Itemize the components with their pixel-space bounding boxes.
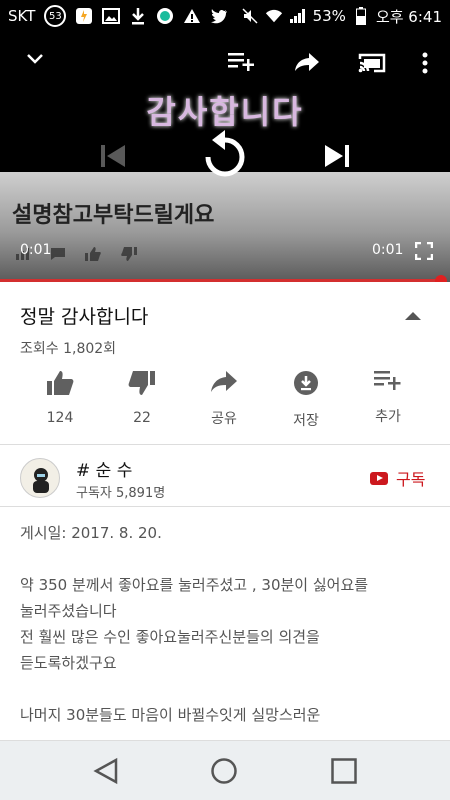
carrier-label: SKT [8, 7, 36, 25]
battery-icon [352, 7, 370, 25]
battery-percent: 53% [312, 7, 346, 25]
description-line: 나머지 30분들도 마음이 바뀔수잇게 실망스러운 [20, 706, 321, 724]
clock: 오후 6:41 [375, 7, 442, 26]
progress-bar[interactable] [0, 279, 441, 282]
channel-row: # 순 수 구독자 5,891명 구독 [0, 446, 450, 506]
view-count: 조회수 1,802회 [20, 341, 117, 357]
save-button[interactable]: 저장 [266, 370, 346, 430]
playlist-add-icon [374, 371, 402, 396]
description: 게시일: 2017. 8. 20. 약 350 분께서 좋아요를 눌러주셨고 ,… [20, 520, 430, 728]
app-notification-icon [75, 7, 93, 25]
previous-icon[interactable] [100, 144, 126, 172]
thumbs-up-icon [46, 371, 74, 400]
share-arrow-icon [210, 371, 238, 398]
dislike-count: 22 [133, 410, 151, 426]
progress-scrubber[interactable] [435, 275, 447, 282]
more-options-icon[interactable] [422, 52, 428, 78]
replay-icon[interactable] [202, 130, 248, 184]
next-icon[interactable] [324, 144, 350, 172]
like-count: 124 [46, 410, 74, 426]
signal-icon [289, 7, 307, 25]
add-label: 추가 [375, 409, 401, 425]
add-to-playlist-icon[interactable] [228, 52, 256, 76]
share-label: 공유 [211, 411, 237, 427]
subscribe-label: 구독 [396, 470, 426, 489]
download-icon [129, 7, 147, 25]
image-icon [102, 7, 121, 25]
save-label: 저장 [293, 413, 319, 429]
video-player[interactable]: 감사합니다 설명참고부탁드릴게요 0:01 0:01 [0, 32, 450, 282]
status-bar: SKT 53 53% 오후 6:41 [0, 0, 450, 32]
current-time: 0:01 [20, 242, 52, 258]
hangouts-icon [156, 7, 174, 25]
fullscreen-icon[interactable] [414, 241, 434, 264]
twitter-icon [210, 7, 228, 25]
description-line: 약 350 분께서 좋아요를 눌러주셨고 , 30분이 싫어요를 [20, 576, 369, 594]
recents-icon[interactable] [330, 757, 358, 789]
divider [0, 506, 450, 507]
publish-date: 게시일: 2017. 8. 20. [20, 524, 162, 542]
divider [0, 444, 450, 445]
youtube-logo-icon [370, 471, 388, 485]
description-line: 전 훨씬 많은 수인 좋아요눌러주신분들의 의견을 [20, 628, 320, 646]
mute-icon [241, 7, 259, 25]
dislike-button[interactable]: 22 [102, 370, 182, 426]
subscriber-count: 구독자 5,891명 [76, 486, 166, 501]
download-circle-icon [293, 371, 319, 400]
channel-name[interactable]: # 순 수 [76, 456, 132, 481]
subscribe-button[interactable]: 구독 [370, 466, 425, 490]
cast-icon[interactable] [358, 52, 386, 78]
back-icon[interactable] [92, 757, 120, 789]
warning-icon [183, 7, 201, 25]
home-icon[interactable] [210, 757, 238, 789]
share-icon[interactable] [294, 52, 320, 76]
duration: 0:01 [372, 242, 404, 258]
like-button[interactable]: 124 [20, 370, 100, 426]
thumbs-down-icon [128, 371, 156, 400]
minimize-chevron-icon[interactable] [26, 50, 44, 69]
video-frame-title: 감사합니다 [146, 93, 304, 131]
notification-count-icon: 53 [44, 5, 67, 27]
collapse-chevron-icon[interactable] [405, 312, 421, 320]
video-title: 정말 감사합니다 [20, 306, 149, 328]
navigation-bar [0, 740, 450, 800]
channel-avatar[interactable] [20, 458, 60, 498]
wifi-icon [265, 7, 283, 25]
add-to-button[interactable]: 추가 [348, 370, 428, 426]
description-line: 눌러주셨습니다 [20, 602, 117, 620]
video-frame-caption: 설명참고부탁드릴게요 [12, 203, 215, 228]
action-bar: 124 22 공유 저장 추가 [0, 370, 450, 435]
description-line: 듣도록하겠구요 [20, 654, 117, 672]
share-button[interactable]: 공유 [184, 370, 264, 428]
